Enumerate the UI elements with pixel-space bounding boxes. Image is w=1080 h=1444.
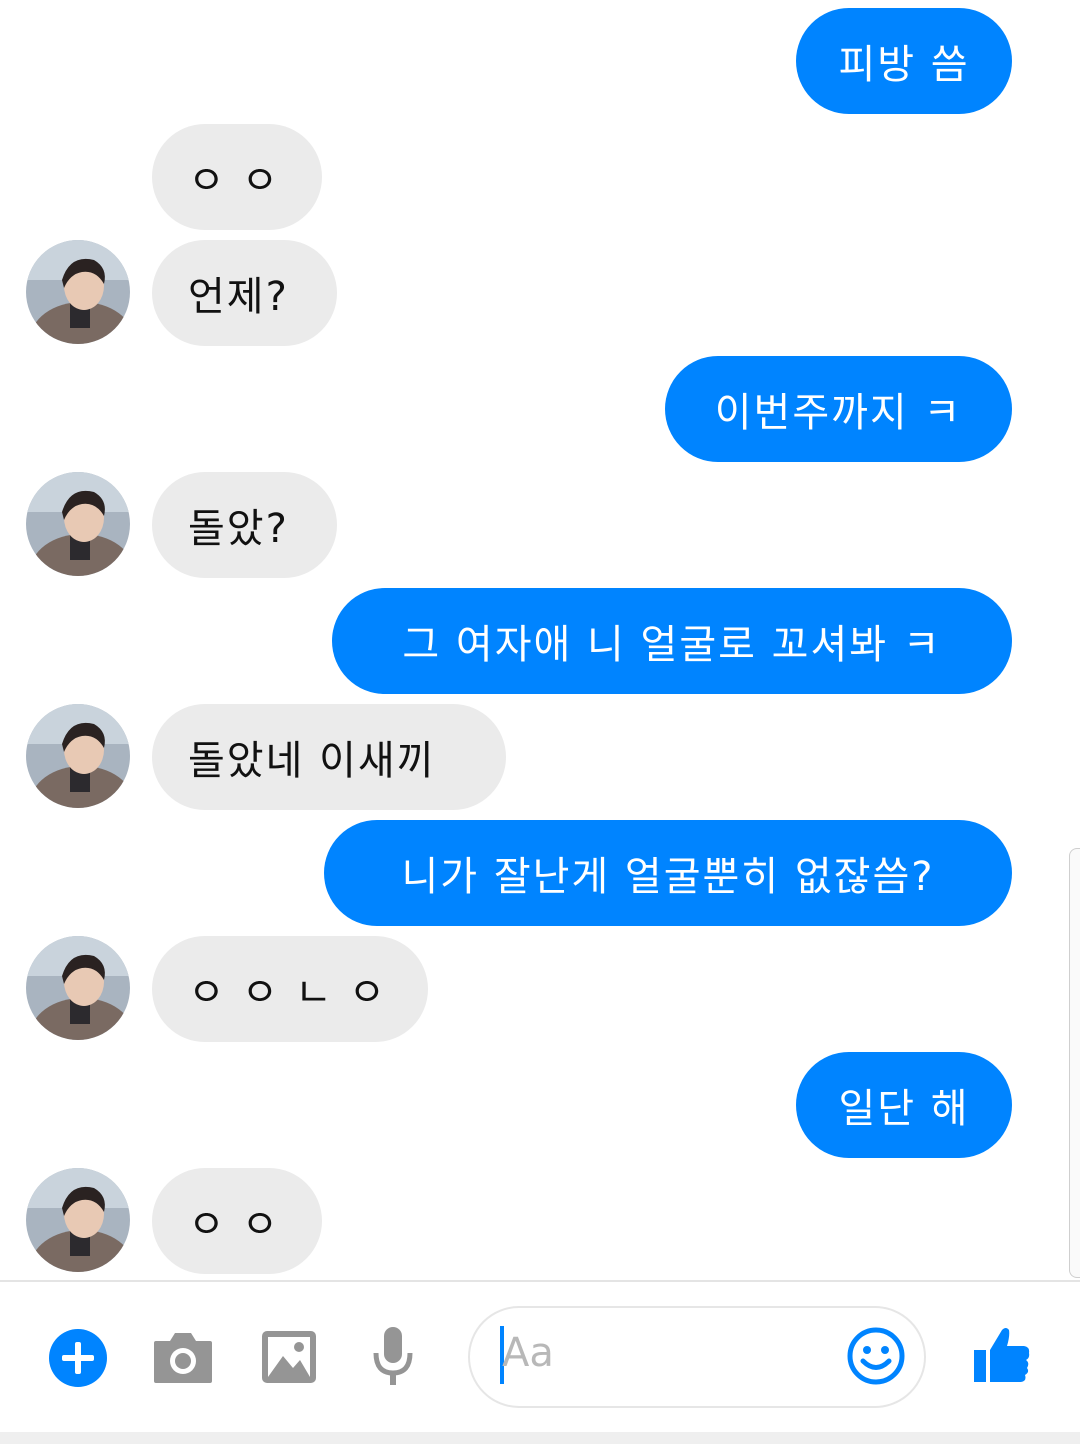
contact-avatar[interactable] bbox=[26, 1168, 130, 1272]
contact-avatar[interactable] bbox=[26, 240, 130, 344]
thumbs-up-icon[interactable] bbox=[970, 1322, 1034, 1386]
outgoing-message[interactable]: 피방 씀 bbox=[796, 8, 1012, 114]
contact-avatar[interactable] bbox=[26, 936, 130, 1040]
scrollbar[interactable] bbox=[1069, 848, 1080, 1278]
message-list[interactable]: 피방 씀 ㅇ ㅇ 언제? 이번주까지 ㅋ 돌았? 그 여자애 니 얼굴로 꼬셔봐… bbox=[0, 0, 1080, 1280]
incoming-message[interactable]: ㅇ ㅇ bbox=[152, 124, 322, 230]
smiley-icon[interactable] bbox=[846, 1326, 906, 1386]
plus-icon[interactable] bbox=[48, 1328, 108, 1388]
contact-avatar[interactable] bbox=[26, 704, 130, 808]
message-composer: Aa bbox=[0, 1282, 1080, 1432]
outgoing-message[interactable]: 그 여자애 니 얼굴로 꼬셔봐 ㅋ bbox=[332, 588, 1012, 694]
message-input[interactable]: Aa bbox=[468, 1306, 926, 1408]
message-input-placeholder: Aa bbox=[502, 1330, 554, 1376]
incoming-message[interactable]: ㅇ ㅇ ㄴ ㅇ bbox=[152, 936, 428, 1042]
contact-avatar[interactable] bbox=[26, 472, 130, 576]
outgoing-message[interactable]: 이번주까지 ㅋ bbox=[665, 356, 1012, 462]
image-icon[interactable] bbox=[260, 1328, 318, 1386]
incoming-message[interactable]: 돌았? bbox=[152, 472, 337, 578]
incoming-message[interactable]: ㅇ ㅇ bbox=[152, 1168, 322, 1274]
microphone-icon[interactable] bbox=[368, 1324, 418, 1390]
outgoing-message[interactable]: 니가 잘난게 얼굴뿐히 없잖씀? bbox=[324, 820, 1012, 926]
outgoing-message[interactable]: 일단 해 bbox=[796, 1052, 1012, 1158]
navigation-bar-edge bbox=[0, 1432, 1080, 1444]
camera-icon[interactable] bbox=[152, 1326, 214, 1388]
incoming-message[interactable]: 언제? bbox=[152, 240, 337, 346]
incoming-message[interactable]: 돌았네 이새끼 bbox=[152, 704, 506, 810]
